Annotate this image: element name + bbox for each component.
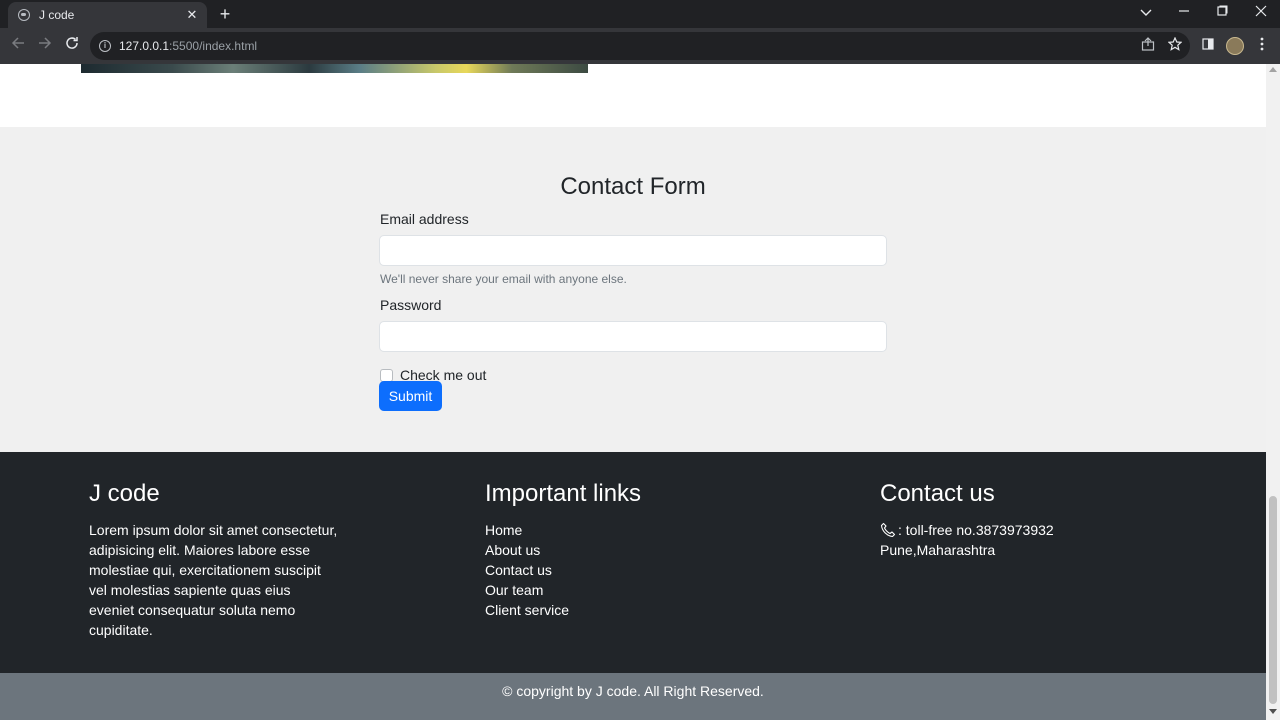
browser-tab[interactable]: J code ✕ <box>8 2 207 28</box>
footer-phone: : toll-free no.3873973932 <box>880 520 1180 540</box>
url-host: 127.0.0.1 <box>119 39 170 53</box>
password-label: Password <box>380 297 442 313</box>
password-field[interactable] <box>379 321 887 352</box>
footer-address: Pune,Maharashtra <box>880 542 996 558</box>
page-scrollbar[interactable] <box>1266 64 1280 720</box>
footer-link-our-team[interactable]: Our team <box>485 580 785 600</box>
email-field[interactable] <box>379 235 887 266</box>
url-path: :5500/index.html <box>169 39 258 53</box>
form-title: Contact Form <box>560 173 706 200</box>
browser-toolbar: i 127.0.0.1:5500/index.html <box>0 28 1280 64</box>
footer-links-column: Important links Home About us Contact us… <box>485 480 785 620</box>
address-bar[interactable]: i 127.0.0.1:5500/index.html <box>90 32 1190 60</box>
close-icon[interactable] <box>1249 3 1273 23</box>
url-text[interactable]: 127.0.0.1:5500/index.html <box>119 39 257 53</box>
footer-link-contact-us[interactable]: Contact us <box>485 560 785 580</box>
email-help-text: We'll never share your email with anyone… <box>380 272 627 286</box>
globe-icon <box>18 9 30 21</box>
footer-brand-column: J code Lorem ipsum dolor sit amet consec… <box>89 480 339 640</box>
minimize-icon[interactable] <box>1172 3 1196 23</box>
tab-list-icon[interactable] <box>1134 3 1158 23</box>
footer: J code Lorem ipsum dolor sit amet consec… <box>0 452 1266 673</box>
copyright-bar: © copyright by J code. All Right Reserve… <box>0 673 1266 720</box>
footer-links: Home About us Contact us Our team Client… <box>485 520 785 620</box>
back-icon[interactable] <box>8 36 28 56</box>
scroll-up-arrow-icon[interactable] <box>1269 67 1277 72</box>
menu-icon[interactable] <box>1253 37 1271 55</box>
hero-image <box>81 64 588 73</box>
footer-link-home[interactable]: Home <box>485 520 785 540</box>
browser-tab-bar: J code ✕ + <box>0 0 1280 28</box>
footer-contact-heading: Contact us <box>880 480 995 507</box>
footer-links-heading: Important links <box>485 480 642 507</box>
avatar[interactable] <box>1226 37 1244 55</box>
tab-title: J code <box>39 8 75 22</box>
share-icon[interactable] <box>1139 37 1157 55</box>
tab-close-icon[interactable]: ✕ <box>185 7 199 23</box>
maximize-icon[interactable] <box>1210 3 1234 23</box>
reload-icon[interactable] <box>62 36 82 56</box>
page-viewport: Contact Form Email address We'll never s… <box>0 64 1266 720</box>
footer-link-client-service[interactable]: Client service <box>485 600 785 620</box>
footer-phone-text: : toll-free no.3873973932 <box>898 522 1054 538</box>
footer-brand-text: Lorem ipsum dolor sit amet consectetur, … <box>89 522 338 638</box>
forward-icon[interactable] <box>35 36 55 56</box>
copyright-text: © copyright by J code. All Right Reserve… <box>502 683 764 699</box>
footer-contact-column: Contact us : toll-free no.3873973932 Pun… <box>880 480 1180 560</box>
contact-form-section: Contact Form Email address We'll never s… <box>0 127 1266 452</box>
bookmark-star-icon[interactable] <box>1166 36 1184 55</box>
submit-button[interactable]: Submit <box>379 381 442 411</box>
footer-brand-heading: J code <box>89 480 160 507</box>
scroll-down-arrow-icon[interactable] <box>1269 709 1277 714</box>
footer-link-about-us[interactable]: About us <box>485 540 785 560</box>
new-tab-button[interactable]: + <box>216 4 234 24</box>
side-panel-icon[interactable] <box>1199 37 1217 55</box>
info-icon[interactable]: i <box>99 40 111 52</box>
email-label: Email address <box>380 211 469 227</box>
scrollbar-thumb[interactable] <box>1269 496 1277 704</box>
telephone-icon <box>880 522 896 538</box>
